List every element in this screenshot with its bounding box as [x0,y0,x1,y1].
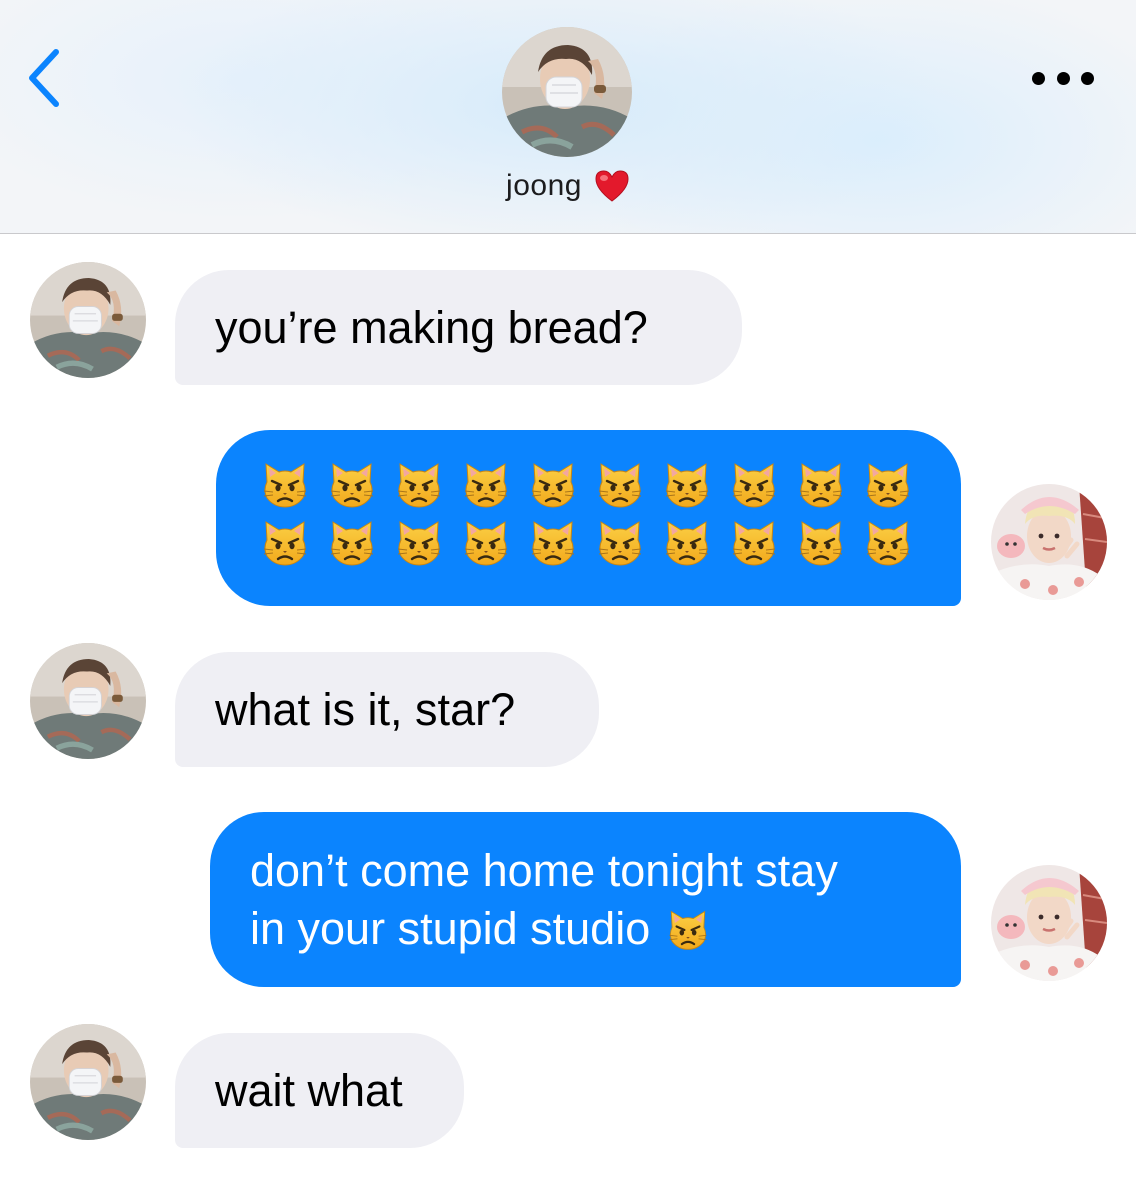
pouting-cat-icon [461,460,511,510]
pouting-cat-icon [595,518,645,568]
message-text: what is it, star? [215,683,516,735]
pouting-cat-icon [528,460,578,510]
pouting-cat-icon [394,460,444,510]
message-line: in your stupid studio [250,900,931,958]
pouting-cat-icon [260,460,310,510]
pouting-cat-icon [260,518,310,568]
pouting-cat-icon [863,460,913,510]
message-line-text: in your stupid studio [250,903,651,954]
pouting-cat-icon [528,518,578,568]
incoming-message-bubble[interactable]: wait what [175,1033,464,1148]
pouting-cat-icon [461,518,511,568]
pouting-cat-icon [595,460,645,510]
outgoing-message-bubble[interactable] [216,430,961,606]
contact-avatar[interactable] [502,27,632,157]
pouting-cat-icon [662,460,712,510]
incoming-message-bubble[interactable]: what is it, star? [175,652,599,767]
sender-photo [30,262,146,378]
sender-photo [30,643,146,759]
message-text: wait what [215,1064,403,1116]
my-photo [991,865,1107,981]
conversation-header: joong [0,0,1136,234]
incoming-message-bubble[interactable]: you’re making bread? [175,270,742,385]
more-options-icon [1032,71,1045,85]
outgoing-message-bubble[interactable]: don’t come home tonight stay in your stu… [210,812,961,987]
more-options-button[interactable] [1032,66,1094,90]
sender-photo [30,1024,146,1140]
my-avatar[interactable] [991,865,1107,981]
pouting-cat-icon [662,518,712,568]
pouting-cat-icon [394,518,444,568]
pouting-cat-icon [796,518,846,568]
emoji-grid [260,460,913,568]
pouting-cat-icon [327,518,377,568]
contact-photo [502,27,632,157]
my-photo [991,484,1107,600]
more-options-icon [1081,71,1094,85]
contact-name-row[interactable]: joong [0,168,1136,203]
pouting-cat-icon [796,460,846,510]
pouting-cat-icon [666,908,710,952]
pouting-cat-icon [863,518,913,568]
pouting-cat-icon [729,460,779,510]
my-avatar[interactable] [991,484,1107,600]
chevron-left-icon [29,49,59,107]
back-button[interactable] [22,48,66,108]
sender-avatar[interactable] [30,643,146,759]
more-options-icon [1056,71,1070,85]
sender-avatar[interactable] [30,1024,146,1140]
pouting-cat-icon [327,460,377,510]
contact-name: joong [506,169,582,203]
pouting-cat-icon [729,518,779,568]
message-text: you’re making bread? [215,301,648,353]
sender-avatar[interactable] [30,262,146,378]
red-heart-icon [595,170,629,202]
message-line: don’t come home tonight stay [250,845,838,896]
message-text: don’t come home tonight stay in your stu… [250,842,931,958]
